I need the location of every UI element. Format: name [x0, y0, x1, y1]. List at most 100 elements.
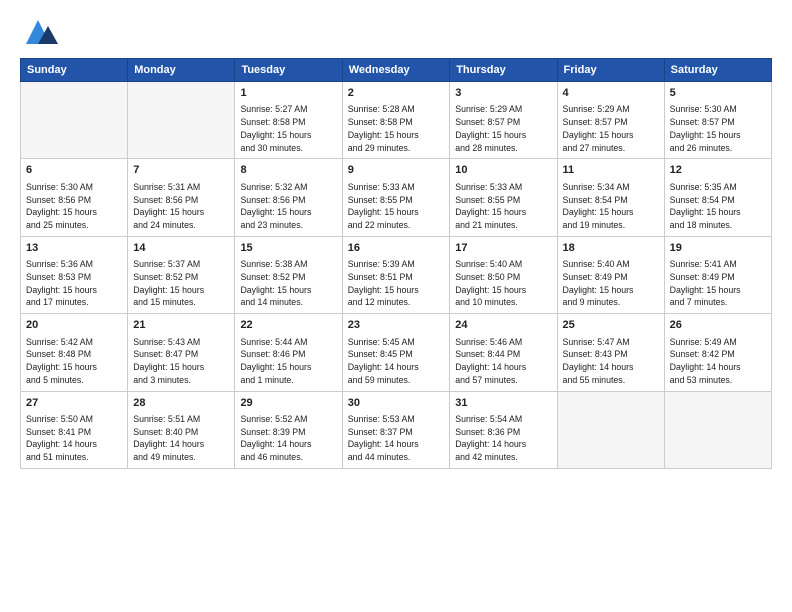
- day-cell: 26 Sunrise: 5:49 AM Sunset: 8:42 PM Dayli…: [664, 314, 771, 391]
- day-cell: [664, 391, 771, 468]
- day-cell: 30Sunrise: 5:53 AM Sunset: 8:37 PM Dayli…: [342, 391, 450, 468]
- day-cell: 10Sunrise: 5:33 AM Sunset: 8:55 PM Dayli…: [450, 159, 557, 236]
- col-header-friday: Friday: [557, 59, 664, 82]
- day-number: 15: [240, 241, 336, 256]
- day-info: Sunrise: 5:27 AM Sunset: 8:58 PM Dayligh…: [240, 103, 336, 154]
- calendar-table: SundayMondayTuesdayWednesdayThursdayFrid…: [20, 58, 772, 469]
- day-info: Sunrise: 5:35 AM Sunset: 8:54 PM Dayligh…: [670, 181, 766, 232]
- week-row-5: 27Sunrise: 5:50 AM Sunset: 8:41 PM Dayli…: [21, 391, 772, 468]
- header-row: SundayMondayTuesdayWednesdayThursdayFrid…: [21, 59, 772, 82]
- day-cell: 13 Sunrise: 5:36 AM Sunset: 8:53 PM Dayli…: [21, 236, 128, 313]
- day-info: Sunrise: 5:33 AM Sunset: 8:55 PM Dayligh…: [455, 181, 551, 232]
- day-cell: 1 Sunrise: 5:27 AM Sunset: 8:58 PM Daylig…: [235, 82, 342, 159]
- day-cell: 14 Sunrise: 5:37 AM Sunset: 8:52 PM Dayli…: [128, 236, 235, 313]
- col-header-saturday: Saturday: [664, 59, 771, 82]
- day-cell: 11Sunrise: 5:34 AM Sunset: 8:54 PM Dayli…: [557, 159, 664, 236]
- day-info: Sunrise: 5:32 AM Sunset: 8:56 PM Dayligh…: [240, 181, 336, 232]
- day-info: Sunrise: 5:40 AM Sunset: 8:49 PM Dayligh…: [563, 258, 659, 309]
- day-info: Sunrise: 5:41 AM Sunset: 8:49 PM Dayligh…: [670, 258, 766, 309]
- day-info: Sunrise: 5:40 AM Sunset: 8:50 PM Dayligh…: [455, 258, 551, 309]
- logo-icon: [20, 16, 62, 48]
- day-info: Sunrise: 5:31 AM Sunset: 8:56 PM Dayligh…: [133, 181, 229, 232]
- col-header-wednesday: Wednesday: [342, 59, 450, 82]
- day-number: 16: [348, 241, 445, 256]
- day-number: 4: [563, 86, 659, 101]
- day-number: 22: [240, 318, 336, 333]
- day-info: Sunrise: 5:51 AM Sunset: 8:40 PM Dayligh…: [133, 413, 229, 464]
- page: SundayMondayTuesdayWednesdayThursdayFrid…: [0, 0, 792, 612]
- day-cell: 20Sunrise: 5:42 AM Sunset: 8:48 PM Dayli…: [21, 314, 128, 391]
- day-number: 17: [455, 241, 551, 256]
- day-number: 9: [348, 163, 445, 178]
- day-number: 12: [670, 163, 766, 178]
- day-cell: 19 Sunrise: 5:41 AM Sunset: 8:49 PM Dayli…: [664, 236, 771, 313]
- day-cell: 21 Sunrise: 5:43 AM Sunset: 8:47 PM Dayli…: [128, 314, 235, 391]
- day-info: Sunrise: 5:43 AM Sunset: 8:47 PM Dayligh…: [133, 336, 229, 387]
- day-cell: [128, 82, 235, 159]
- day-info: Sunrise: 5:49 AM Sunset: 8:42 PM Dayligh…: [670, 336, 766, 387]
- day-cell: 31 Sunrise: 5:54 AM Sunset: 8:36 PM Dayli…: [450, 391, 557, 468]
- day-number: 18: [563, 241, 659, 256]
- day-number: 29: [240, 396, 336, 411]
- day-number: 3: [455, 86, 551, 101]
- day-cell: 16 Sunrise: 5:39 AM Sunset: 8:51 PM Dayli…: [342, 236, 450, 313]
- day-info: Sunrise: 5:30 AM Sunset: 8:56 PM Dayligh…: [26, 181, 122, 232]
- day-cell: 12 Sunrise: 5:35 AM Sunset: 8:54 PM Dayli…: [664, 159, 771, 236]
- day-number: 31: [455, 396, 551, 411]
- day-cell: 28Sunrise: 5:51 AM Sunset: 8:40 PM Dayli…: [128, 391, 235, 468]
- day-info: Sunrise: 5:37 AM Sunset: 8:52 PM Dayligh…: [133, 258, 229, 309]
- day-info: Sunrise: 5:39 AM Sunset: 8:51 PM Dayligh…: [348, 258, 445, 309]
- day-info: Sunrise: 5:36 AM Sunset: 8:53 PM Dayligh…: [26, 258, 122, 309]
- day-cell: 23 Sunrise: 5:45 AM Sunset: 8:45 PM Dayli…: [342, 314, 450, 391]
- day-cell: 3 Sunrise: 5:29 AM Sunset: 8:57 PM Daylig…: [450, 82, 557, 159]
- col-header-sunday: Sunday: [21, 59, 128, 82]
- day-number: 21: [133, 318, 229, 333]
- day-info: Sunrise: 5:44 AM Sunset: 8:46 PM Dayligh…: [240, 336, 336, 387]
- day-cell: 9Sunrise: 5:33 AM Sunset: 8:55 PM Daylig…: [342, 159, 450, 236]
- day-number: 27: [26, 396, 122, 411]
- day-number: 5: [670, 86, 766, 101]
- day-info: Sunrise: 5:45 AM Sunset: 8:45 PM Dayligh…: [348, 336, 445, 387]
- day-info: Sunrise: 5:54 AM Sunset: 8:36 PM Dayligh…: [455, 413, 551, 464]
- day-cell: 18 Sunrise: 5:40 AM Sunset: 8:49 PM Dayli…: [557, 236, 664, 313]
- week-row-3: 13 Sunrise: 5:36 AM Sunset: 8:53 PM Dayli…: [21, 236, 772, 313]
- col-header-tuesday: Tuesday: [235, 59, 342, 82]
- day-number: 6: [26, 163, 122, 178]
- day-cell: 4Sunrise: 5:29 AM Sunset: 8:57 PM Daylig…: [557, 82, 664, 159]
- day-number: 23: [348, 318, 445, 333]
- day-cell: 27Sunrise: 5:50 AM Sunset: 8:41 PM Dayli…: [21, 391, 128, 468]
- day-number: 25: [563, 318, 659, 333]
- day-number: 14: [133, 241, 229, 256]
- day-number: 8: [240, 163, 336, 178]
- day-cell: 5Sunrise: 5:30 AM Sunset: 8:57 PM Daylig…: [664, 82, 771, 159]
- day-cell: 7 Sunrise: 5:31 AM Sunset: 8:56 PM Daylig…: [128, 159, 235, 236]
- day-number: 26: [670, 318, 766, 333]
- day-cell: 8 Sunrise: 5:32 AM Sunset: 8:56 PM Daylig…: [235, 159, 342, 236]
- day-cell: 6 Sunrise: 5:30 AM Sunset: 8:56 PM Daylig…: [21, 159, 128, 236]
- day-info: Sunrise: 5:52 AM Sunset: 8:39 PM Dayligh…: [240, 413, 336, 464]
- week-row-2: 6 Sunrise: 5:30 AM Sunset: 8:56 PM Daylig…: [21, 159, 772, 236]
- day-number: 11: [563, 163, 659, 178]
- day-cell: [557, 391, 664, 468]
- day-cell: 25 Sunrise: 5:47 AM Sunset: 8:43 PM Dayli…: [557, 314, 664, 391]
- header: [20, 16, 772, 48]
- day-number: 1: [240, 86, 336, 101]
- day-info: Sunrise: 5:28 AM Sunset: 8:58 PM Dayligh…: [348, 103, 445, 154]
- day-number: 24: [455, 318, 551, 333]
- day-info: Sunrise: 5:42 AM Sunset: 8:48 PM Dayligh…: [26, 336, 122, 387]
- day-cell: 15 Sunrise: 5:38 AM Sunset: 8:52 PM Dayli…: [235, 236, 342, 313]
- day-number: 7: [133, 163, 229, 178]
- day-number: 19: [670, 241, 766, 256]
- week-row-4: 20Sunrise: 5:42 AM Sunset: 8:48 PM Dayli…: [21, 314, 772, 391]
- logo: [20, 16, 64, 48]
- day-info: Sunrise: 5:29 AM Sunset: 8:57 PM Dayligh…: [455, 103, 551, 154]
- day-cell: [21, 82, 128, 159]
- day-cell: 17 Sunrise: 5:40 AM Sunset: 8:50 PM Dayli…: [450, 236, 557, 313]
- day-info: Sunrise: 5:47 AM Sunset: 8:43 PM Dayligh…: [563, 336, 659, 387]
- day-info: Sunrise: 5:38 AM Sunset: 8:52 PM Dayligh…: [240, 258, 336, 309]
- day-cell: 29 Sunrise: 5:52 AM Sunset: 8:39 PM Dayli…: [235, 391, 342, 468]
- week-row-1: 1 Sunrise: 5:27 AM Sunset: 8:58 PM Daylig…: [21, 82, 772, 159]
- day-number: 13: [26, 241, 122, 256]
- day-number: 30: [348, 396, 445, 411]
- col-header-thursday: Thursday: [450, 59, 557, 82]
